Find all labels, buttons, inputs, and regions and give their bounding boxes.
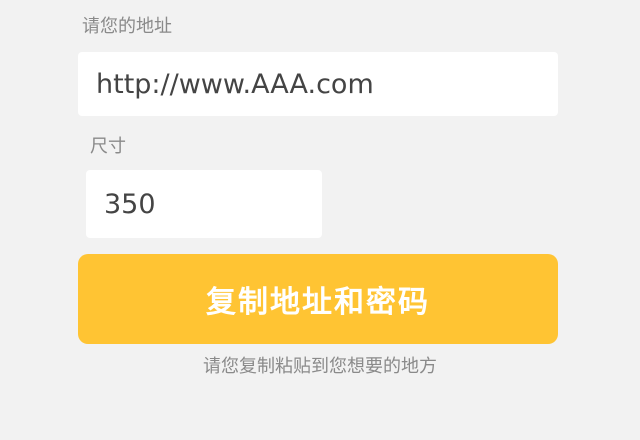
url-input-value: http://www.AAA.com — [96, 68, 374, 100]
size-field-label: 尺寸 — [90, 136, 126, 157]
size-input[interactable]: 350 — [86, 170, 322, 238]
url-field-label: 请您的地址 — [82, 16, 172, 37]
url-input[interactable]: http://www.AAA.com — [78, 52, 558, 116]
copy-button[interactable]: 复制地址和密码 — [78, 254, 558, 344]
copy-button-label: 复制地址和密码 — [206, 285, 430, 320]
hint-text: 请您复制粘贴到您想要的地方 — [203, 356, 437, 377]
size-input-value: 350 — [104, 188, 156, 220]
